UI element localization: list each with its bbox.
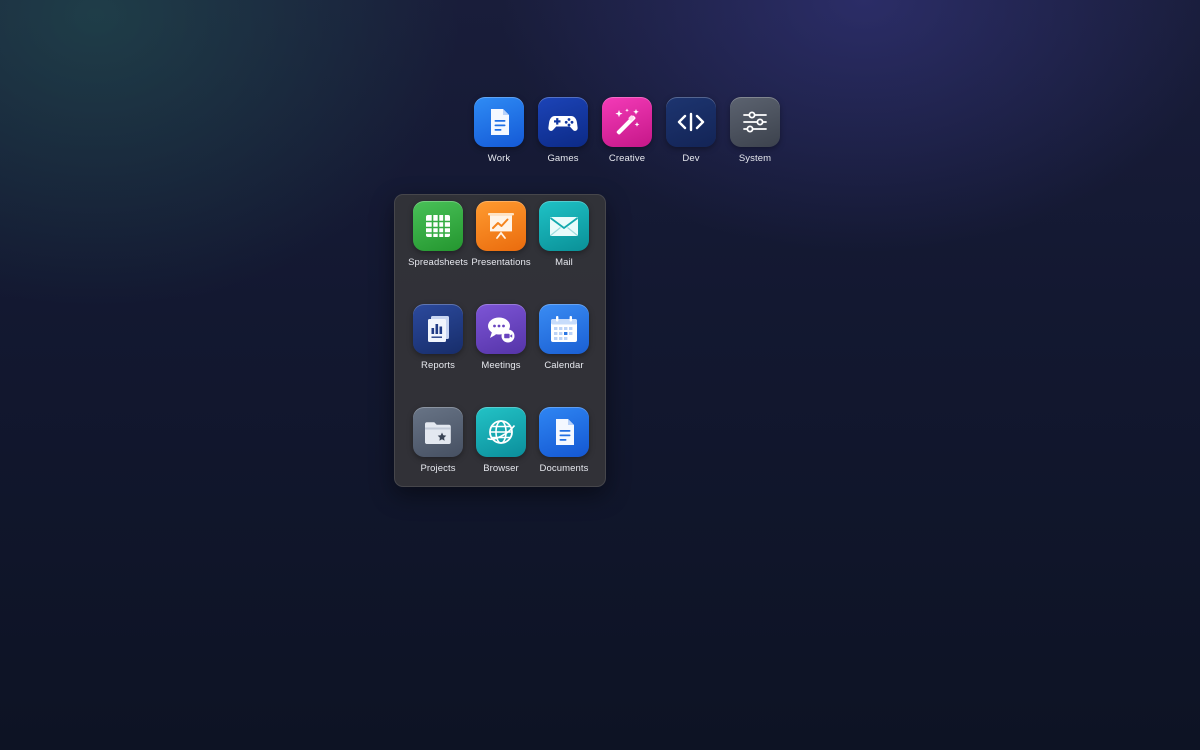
code-icon (666, 97, 716, 147)
app-reports[interactable]: Reports (413, 304, 463, 407)
gamepad-icon (538, 97, 588, 147)
app-meetings[interactable]: Meetings (476, 304, 526, 407)
app-label: Spreadsheets (408, 257, 468, 268)
document-icon (474, 97, 524, 147)
magic-wand-icon (602, 97, 652, 147)
folder-app-grid: Spreadsheets Presentations Mail Reports … (408, 201, 589, 510)
app-mail[interactable]: Mail (539, 201, 589, 304)
app-label: Browser (483, 463, 519, 474)
app-label: Meetings (481, 360, 521, 371)
presentation-icon (476, 201, 526, 251)
dock-item-label: Creative (608, 153, 646, 164)
chat-video-icon (476, 304, 526, 354)
app-calendar[interactable]: Calendar (539, 304, 589, 407)
mail-icon (539, 201, 589, 251)
app-label: Presentations (471, 257, 531, 268)
sliders-icon (730, 97, 780, 147)
dock-item-work[interactable]: Work (474, 97, 524, 164)
app-label: Reports (421, 360, 455, 371)
app-label: Mail (555, 257, 573, 268)
app-presentations[interactable]: Presentations (471, 201, 531, 304)
dock-item-label: Dev (682, 153, 700, 164)
dock-item-label: Games (547, 153, 579, 164)
app-spreadsheets[interactable]: Spreadsheets (408, 201, 468, 304)
report-icon (413, 304, 463, 354)
dock-item-creative[interactable]: Creative (602, 97, 652, 164)
globe-icon (476, 407, 526, 457)
work-folder-panel: Spreadsheets Presentations Mail Reports … (394, 194, 606, 487)
app-dock: Work Games Creative Dev System (474, 97, 780, 164)
app-documents[interactable]: Documents (539, 407, 589, 510)
dock-item-label: Work (487, 153, 511, 164)
dock-item-system[interactable]: System (730, 97, 780, 164)
folder-star-icon (413, 407, 463, 457)
app-label: Calendar (544, 360, 584, 371)
app-label: Documents (539, 463, 589, 474)
app-label: Projects (420, 463, 456, 474)
dock-item-games[interactable]: Games (538, 97, 588, 164)
app-projects[interactable]: Projects (413, 407, 463, 510)
document-icon (539, 407, 589, 457)
app-browser[interactable]: Browser (476, 407, 526, 510)
calendar-icon (539, 304, 589, 354)
dock-item-dev[interactable]: Dev (666, 97, 716, 164)
spreadsheet-icon (413, 201, 463, 251)
dock-item-label: System (738, 153, 772, 164)
